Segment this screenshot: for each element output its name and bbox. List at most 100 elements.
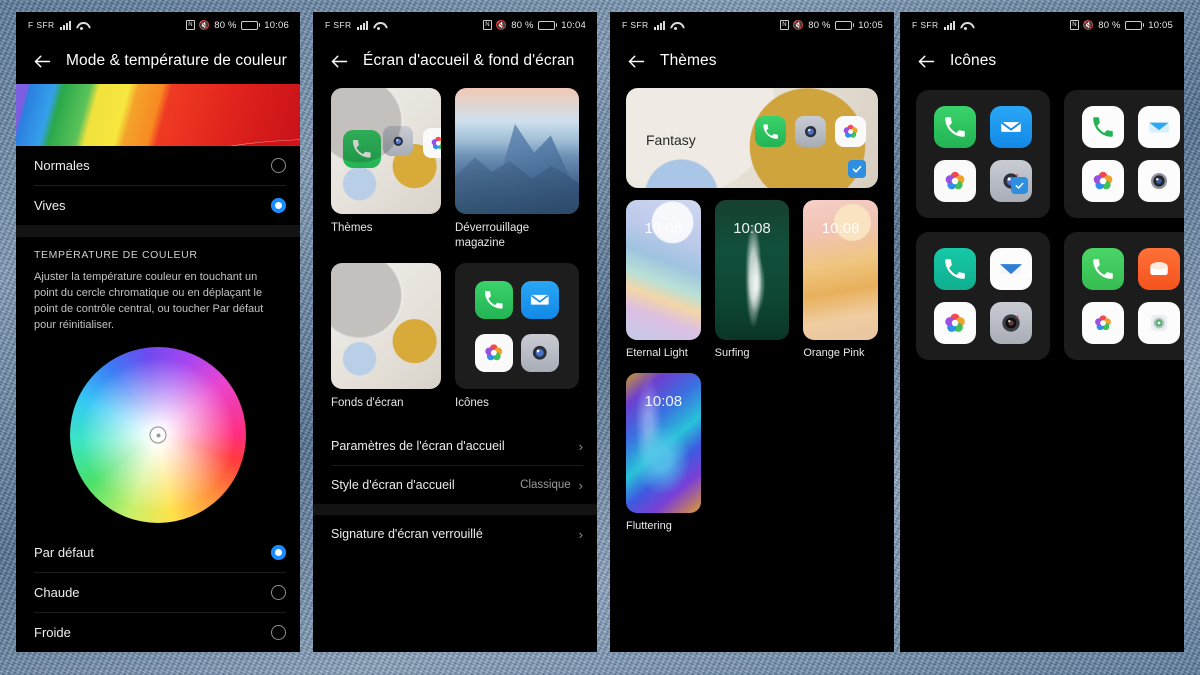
battery-percent-label: 80 % [808, 19, 831, 31]
home-screen-tiles: Thèmes Déverrouillage magazine Fonds d'é… [313, 84, 597, 415]
phone-icon [1082, 106, 1124, 148]
theme-item-eternal-light[interactable]: 10:08 Eternal Light [626, 200, 701, 359]
status-bar: F SFR N 🔇 80 % 10:06 [16, 12, 300, 38]
carrier-label: F SFR [912, 20, 939, 30]
status-bar: F SFR N 🔇 80 % 10:05 [610, 12, 894, 38]
radio-normales[interactable] [271, 158, 286, 173]
camera-icon [383, 126, 413, 156]
theme-grid-row-2: 10:08 Fluttering [626, 373, 878, 532]
tile-icons[interactable]: Icônes [455, 263, 579, 411]
camera-icon [795, 116, 826, 147]
icon-pack-2[interactable] [1064, 90, 1184, 218]
camera-icon [990, 302, 1032, 344]
gallery-icon [475, 333, 513, 372]
back-arrow-icon[interactable] [329, 51, 350, 72]
option-row-normales[interactable]: Normales [16, 146, 300, 185]
theme-thumbnail[interactable]: 10:08 [803, 200, 878, 340]
camera-icon [1138, 160, 1180, 202]
theme-hero-label: Fantasy [646, 132, 696, 148]
mail-icon [1138, 248, 1180, 290]
mute-icon: 🔇 [1082, 19, 1095, 30]
phone-screenshot-color-mode: F SFR N 🔇 80 % 10:06 Mode & température … [16, 12, 300, 652]
page-title: Icônes [950, 52, 997, 69]
selected-check-icon [848, 160, 866, 178]
icon-pack-1[interactable] [916, 90, 1050, 218]
lockscreen-time: 10:08 [733, 220, 771, 237]
nfc-icon: N [186, 20, 195, 30]
option-row-vives[interactable]: Vives [16, 186, 300, 225]
option-row-chaude[interactable]: Chaude [16, 573, 300, 612]
section-heading: TEMPÉRATURE DE COULEUR [34, 249, 198, 261]
app-bar: Mode & température de couleur [16, 38, 300, 84]
theme-item-orange-pink[interactable]: 10:08 Orange Pink [803, 200, 878, 359]
carrier-label: F SFR [325, 20, 352, 30]
color-wheel-handle[interactable] [149, 426, 167, 444]
gallery-icon [1082, 160, 1124, 202]
page-title: Mode & température de couleur [66, 52, 287, 69]
color-wheel[interactable] [70, 347, 246, 523]
phone-icon [934, 106, 976, 148]
theme-hero-fantasy[interactable]: Fantasy [626, 88, 878, 188]
color-mode-preview-banner [16, 84, 300, 146]
radio-par-defaut[interactable] [271, 545, 286, 560]
tile-label: Icônes [455, 397, 489, 409]
theme-label: Surfing [714, 347, 750, 359]
phone-icon [755, 116, 786, 147]
lockscreen-time: 10:08 [644, 220, 683, 237]
theme-thumbnail[interactable]: 10:08 [626, 200, 701, 340]
row-home-screen-style[interactable]: Style d'écran d'accueil Classique › [313, 466, 597, 504]
gallery-icon [934, 160, 976, 202]
gallery-icon [1082, 302, 1124, 344]
row-value: Classique [520, 479, 571, 491]
lockscreen-time: 10:08 [644, 393, 683, 410]
chevron-right-icon: › [578, 438, 583, 454]
signal-bars-icon [943, 20, 955, 30]
icon-pack-3[interactable] [916, 232, 1050, 360]
radio-froide[interactable] [271, 625, 286, 640]
tile-magazine-unlock[interactable]: Déverrouillage magazine [455, 88, 579, 259]
tile-wallpapers[interactable]: Fonds d'écran [331, 263, 441, 411]
phone-screenshot-home-screen: F SFR N 🔇 80 % 10:04 Écran d'accueil & f… [313, 12, 597, 652]
nfc-icon: N [780, 20, 789, 30]
radio-vives[interactable] [271, 198, 286, 213]
status-bar: F SFR N 🔇 80 % 10:05 [900, 12, 1184, 38]
phone-icon [343, 130, 381, 168]
back-arrow-icon[interactable] [916, 51, 937, 72]
option-label: Froide [34, 625, 71, 640]
status-bar-left: F SFR [28, 20, 87, 30]
row-label: Style d'écran d'accueil [331, 478, 455, 492]
signal-bars-icon [59, 20, 71, 30]
tile-label: Déverrouillage magazine [455, 222, 530, 249]
tile-themes[interactable]: Thèmes [331, 88, 441, 259]
theme-thumbnail[interactable]: 10:08 [714, 200, 790, 340]
icon-packs-body [900, 84, 1184, 360]
theme-thumbnail[interactable]: 10:08 [626, 373, 701, 513]
row-lockscreen-signature[interactable]: Signature d'écran verrouillé › [313, 515, 597, 553]
row-home-screen-settings[interactable]: Paramètres de l'écran d'accueil › [313, 427, 597, 465]
phone-screenshot-icons: F SFR N 🔇 80 % 10:05 Icônes [900, 12, 1184, 652]
tile-thumbnail-magazine[interactable] [455, 88, 579, 214]
selected-check-icon [1011, 177, 1028, 194]
phone-screenshot-themes: F SFR N 🔇 80 % 10:05 Thèmes Fantasy 10:0… [610, 12, 894, 652]
tile-thumbnail-wallpapers[interactable] [331, 263, 441, 389]
wifi-icon [76, 21, 87, 30]
option-row-par-defaut[interactable]: Par défaut [16, 533, 300, 572]
gallery-icon [423, 128, 441, 158]
tile-thumbnail-icons[interactable] [455, 263, 579, 389]
icon-pack-4[interactable] [1064, 232, 1184, 360]
option-row-froide[interactable]: Froide [16, 613, 300, 652]
back-arrow-icon[interactable] [32, 51, 53, 72]
battery-percent-label: 80 % [214, 19, 237, 31]
tile-thumbnail-themes[interactable] [331, 88, 441, 214]
themes-body: Fantasy 10:08 Eternal Light 10:08 Surfin… [610, 84, 894, 532]
option-label: Normales [34, 158, 90, 173]
theme-item-fluttering[interactable]: 10:08 Fluttering [626, 373, 701, 532]
carrier-label: F SFR [622, 20, 649, 30]
back-arrow-icon[interactable] [626, 51, 647, 72]
battery-percent-label: 80 % [511, 19, 534, 31]
signal-bars-icon [356, 20, 368, 30]
theme-item-surfing[interactable]: 10:08 Surfing [714, 200, 790, 359]
phone-icon [475, 280, 513, 319]
radio-chaude[interactable] [271, 585, 286, 600]
status-bar-left: F SFR [622, 20, 681, 30]
